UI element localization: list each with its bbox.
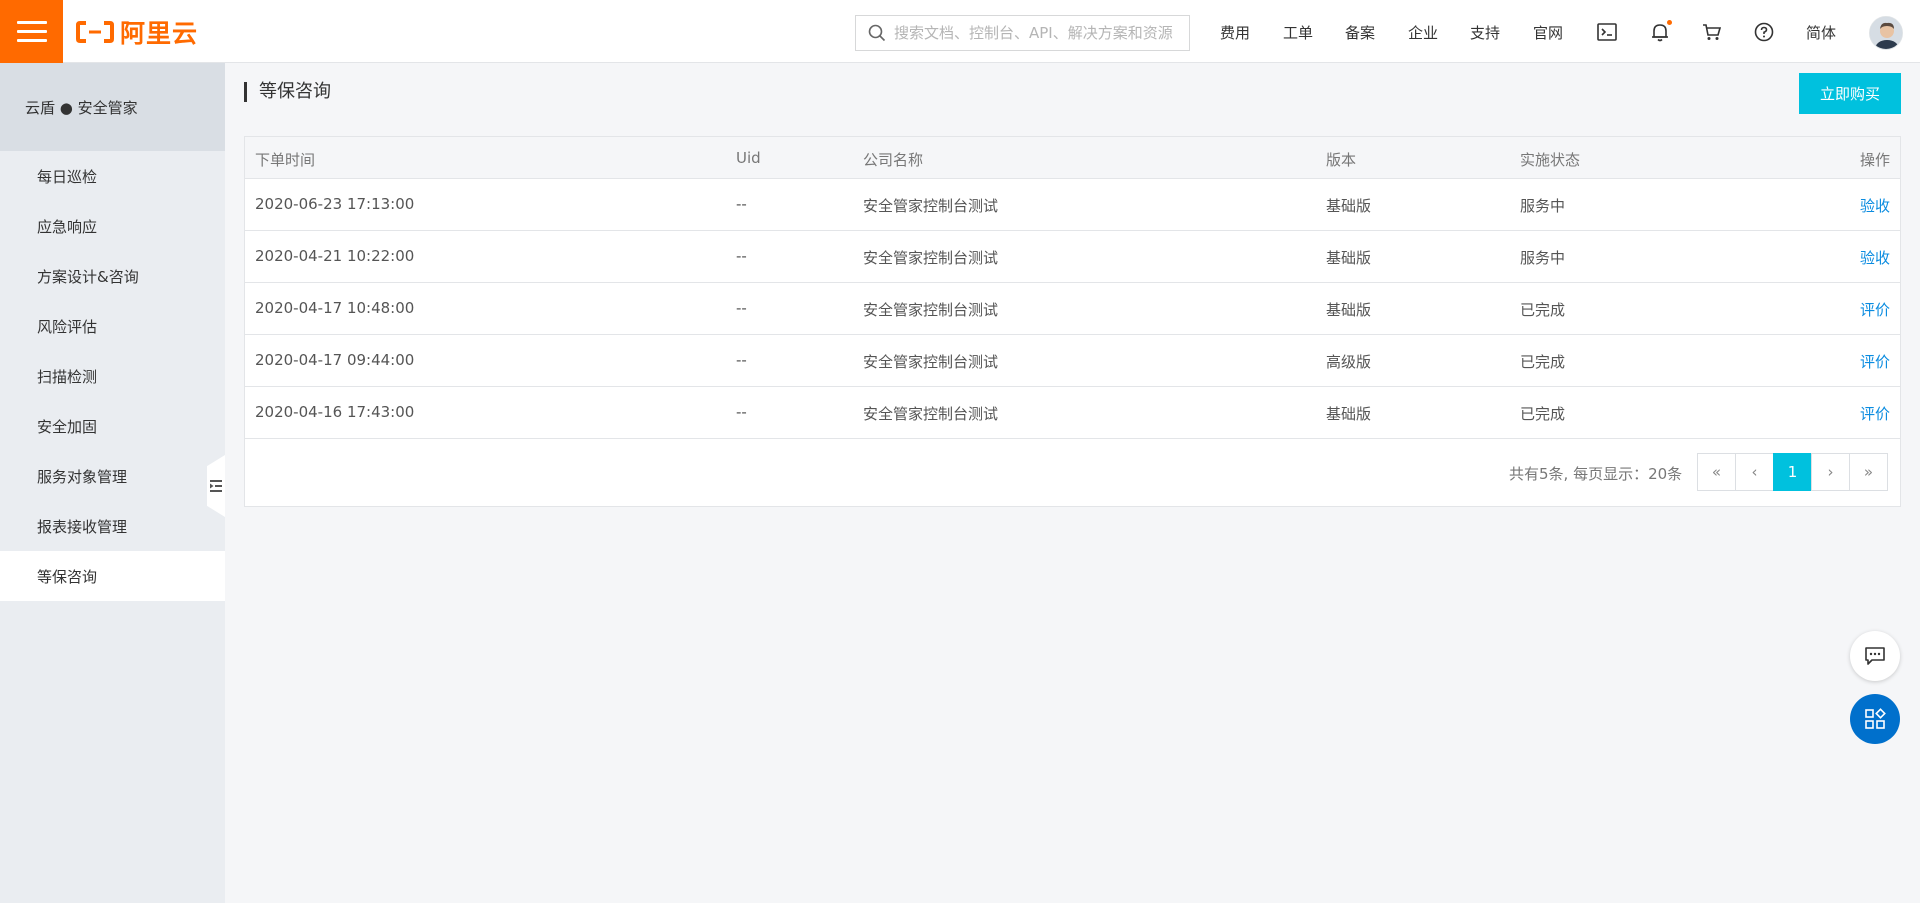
cell-status: 已完成 <box>1520 301 1566 319</box>
notification-bell-icon[interactable] <box>1648 20 1672 44</box>
search-input[interactable] <box>894 24 1189 42</box>
cell-version: 基础版 <box>1326 197 1372 215</box>
menu-button[interactable] <box>0 0 63 63</box>
cell-time: 2020-06-23 17:13:00 <box>255 195 415 213</box>
apps-grid-icon <box>1865 708 1886 729</box>
sidebar-item-emergency-response[interactable]: 应急响应 <box>0 201 225 251</box>
sidebar-item-risk-assessment[interactable]: 风险评估 <box>0 301 225 351</box>
pager-next-button[interactable]: › <box>1811 453 1850 491</box>
sidebar-item-solution-design[interactable]: 方案设计&咨询 <box>0 251 225 301</box>
action-review-link[interactable]: 评价 <box>1860 299 1890 320</box>
cell-company: 安全管家控制台测试 <box>863 301 999 319</box>
cell-time: 2020-04-17 09:44:00 <box>255 351 415 369</box>
cell-status: 已完成 <box>1520 405 1566 423</box>
cell-version: 高级版 <box>1326 353 1372 371</box>
table-row: 2020-06-23 17:13:00 -- 安全管家控制台测试 基础版 服务中… <box>245 179 1900 231</box>
search-icon <box>868 24 886 42</box>
cart-icon[interactable] <box>1700 20 1724 44</box>
pager-first-button[interactable]: « <box>1697 453 1736 491</box>
action-review-link[interactable]: 评价 <box>1860 351 1890 372</box>
nav-fee[interactable]: 费用 <box>1220 22 1250 43</box>
nav-icp[interactable]: 备案 <box>1345 22 1375 43</box>
cell-status: 服务中 <box>1520 197 1566 215</box>
menu-icon-line <box>16 21 47 24</box>
nav-ticket[interactable]: 工单 <box>1283 22 1313 43</box>
cell-company: 安全管家控制台测试 <box>863 353 999 371</box>
cell-uid: -- <box>736 195 747 213</box>
terminal-icon[interactable] <box>1595 20 1619 44</box>
buy-now-button[interactable]: 立即购买 <box>1799 73 1901 114</box>
action-accept-link[interactable]: 验收 <box>1860 247 1890 268</box>
chat-float-button[interactable] <box>1850 631 1900 681</box>
cell-uid: -- <box>736 247 747 265</box>
sidebar-item-compliance-consulting[interactable]: 等保咨询 <box>0 551 225 601</box>
help-icon[interactable] <box>1752 20 1776 44</box>
cell-company: 安全管家控制台测试 <box>863 249 999 267</box>
search-box[interactable] <box>855 15 1190 51</box>
cell-company: 安全管家控制台测试 <box>863 405 999 423</box>
table-row: 2020-04-16 17:43:00 -- 安全管家控制台测试 基础版 已完成… <box>245 387 1900 439</box>
cell-uid: -- <box>736 351 747 369</box>
pagination-summary: 共有5条, 每页显示：20条 <box>1509 465 1683 483</box>
sidebar: 云盾 ● 安全管家 每日巡检 应急响应 方案设计&咨询 风险评估 扫描检测 安全… <box>0 63 225 903</box>
pager-last-button[interactable]: » <box>1849 453 1888 491</box>
action-review-link[interactable]: 评价 <box>1860 403 1890 424</box>
notification-dot <box>1667 20 1672 25</box>
cell-status: 已完成 <box>1520 353 1566 371</box>
apps-float-button[interactable] <box>1850 694 1900 744</box>
table-header: 下单时间 Uid 公司名称 版本 实施状态 操作 <box>245 137 1900 179</box>
cell-status: 服务中 <box>1520 249 1566 267</box>
pagination: « ‹ 1 › » <box>1697 453 1888 491</box>
chat-icon <box>1865 647 1885 665</box>
sidebar-item-report-receive[interactable]: 报表接收管理 <box>0 501 225 551</box>
page-title: 等保咨询 <box>244 82 331 102</box>
cell-version: 基础版 <box>1326 405 1372 423</box>
nav-support[interactable]: 支持 <box>1470 22 1500 43</box>
cell-uid: -- <box>736 403 747 421</box>
user-avatar[interactable] <box>1869 16 1903 50</box>
cell-time: 2020-04-21 10:22:00 <box>255 247 415 265</box>
sidebar-item-daily-inspection[interactable]: 每日巡检 <box>0 151 225 201</box>
cell-time: 2020-04-16 17:43:00 <box>255 403 415 421</box>
cell-version: 基础版 <box>1326 301 1372 319</box>
language-switch[interactable]: 简体 <box>1806 22 1836 43</box>
cell-company: 安全管家控制台测试 <box>863 197 999 215</box>
logo-text: 阿里云 <box>120 19 199 48</box>
sidebar-title: 云盾 ● 安全管家 <box>0 63 225 151</box>
column-header-uid: Uid <box>736 149 761 167</box>
nav-official-site[interactable]: 官网 <box>1533 22 1563 43</box>
menu-icon-line <box>16 30 47 33</box>
sidebar-item-scan-detection[interactable]: 扫描检测 <box>0 351 225 401</box>
action-accept-link[interactable]: 验收 <box>1860 195 1890 216</box>
pager-prev-button[interactable]: ‹ <box>1735 453 1774 491</box>
collapse-icon <box>210 480 222 492</box>
aliyun-logo[interactable]: 阿里云 <box>76 17 199 48</box>
table-row: 2020-04-17 09:44:00 -- 安全管家控制台测试 高级版 已完成… <box>245 335 1900 387</box>
table-row: 2020-04-21 10:22:00 -- 安全管家控制台测试 基础版 服务中… <box>245 231 1900 283</box>
top-bar: 阿里云 费用 工单 备案 企业 支持 官网 <box>0 0 1920 63</box>
sidebar-item-service-object[interactable]: 服务对象管理 <box>0 451 225 501</box>
aliyun-logo-icon <box>76 21 114 43</box>
nav-enterprise[interactable]: 企业 <box>1408 22 1438 43</box>
column-header-time: 下单时间 <box>255 151 316 169</box>
column-header-company: 公司名称 <box>863 151 924 169</box>
cell-time: 2020-04-17 10:48:00 <box>255 299 415 317</box>
cell-uid: -- <box>736 299 747 317</box>
menu-icon-line <box>16 39 47 42</box>
avatar-icon <box>1870 17 1902 49</box>
sidebar-item-security-hardening[interactable]: 安全加固 <box>0 401 225 451</box>
table-row: 2020-04-17 10:48:00 -- 安全管家控制台测试 基础版 已完成… <box>245 283 1900 335</box>
orders-table: 下单时间 Uid 公司名称 版本 实施状态 操作 2020-06-23 17:1… <box>244 136 1901 507</box>
cell-version: 基础版 <box>1326 249 1372 267</box>
column-header-version: 版本 <box>1326 151 1357 169</box>
column-header-status: 实施状态 <box>1520 151 1581 169</box>
pager-page-1[interactable]: 1 <box>1773 453 1812 491</box>
column-header-action: 操作 <box>1859 151 1890 169</box>
